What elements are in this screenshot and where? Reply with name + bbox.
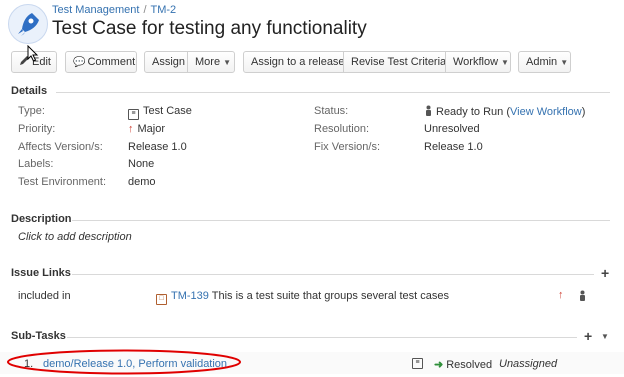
priority-up-arrow-icon: ↑ [128,123,134,135]
resolution-label: Resolution: [314,123,370,135]
linked-issue-key[interactable]: TM-139 [171,290,209,302]
subtasks-heading: Sub-Tasks [11,330,66,342]
breadcrumb: Test Management / TM-2 [52,4,176,16]
admin-label: Admin [526,56,558,68]
fix-version-link[interactable]: Release 1.0 [424,141,483,153]
labels-value[interactable]: None [128,158,154,170]
test-environment-label: Test Environment: [18,176,107,188]
mouse-cursor-icon [27,45,39,62]
comment-button[interactable]: 💬 Comment [65,51,137,73]
page-title: Test Case for testing any functionality [52,18,367,39]
workflow-button[interactable]: Workflow ▼ [445,51,511,73]
highlight-ellipse [7,349,241,375]
affects-version-label: Affects Version/s: [18,141,103,153]
details-divider [56,92,610,93]
assign-label: Assign [152,56,186,68]
chevron-down-icon[interactable]: ▼ [601,332,609,341]
fix-version-label: Fix Version/s: [314,141,381,153]
person-icon [580,290,585,301]
type-label: Type: [18,105,45,117]
type-value: ≡ Test Case [128,105,192,120]
more-button[interactable]: More ▼ [187,51,235,73]
more-label: More [195,56,221,68]
breadcrumb-separator: / [143,4,147,16]
view-workflow-link[interactable]: View Workflow [510,106,582,118]
admin-button[interactable]: Admin ▼ [518,51,571,73]
test-environment-value[interactable]: demo [128,176,156,188]
description-placeholder[interactable]: Click to add description [18,231,132,243]
linked-issue-summary: This is a test suite that groups several… [211,290,449,302]
priority-text: Major [137,123,166,135]
workflow-label: Workflow [453,56,499,68]
details-heading: Details [11,85,48,97]
resolved-icon: ➜ [434,359,444,371]
breadcrumb-issue-link[interactable]: TM-2 [151,4,177,16]
subtasks-divider [67,337,577,338]
chevron-down-icon: ▼ [501,58,509,67]
affects-version-value: Release 1.0 [128,141,187,153]
status-text: Ready to Run [436,106,504,118]
subtask-assignee: Unassigned [499,358,558,370]
add-link-plus-icon[interactable]: + [601,265,609,281]
workflow-paren-close: ) [581,106,586,118]
chevron-down-icon: ▼ [223,58,231,67]
revise-test-criteria-button[interactable]: Revise Test Criteria [343,51,446,73]
person-icon [426,105,431,116]
rocket-icon [18,13,39,36]
issue-links-divider [72,274,594,275]
subtask-status-text: Resolved [446,359,493,371]
test-suite-icon: □ [156,294,167,305]
linked-issue: □ TM-139 This is a test suite that groups… [156,290,449,305]
assign-to-release-button[interactable]: Assign to a release [243,51,345,73]
description-divider [72,220,610,221]
comment-icon: 💬 [73,57,86,68]
status-value: Ready to Run (View Workflow) [424,105,585,118]
priority-value: ↑ Major [128,123,165,135]
test-case-icon: ≡ [128,109,139,120]
labels-label: Labels: [18,158,54,170]
assign-to-release-label: Assign to a release [251,56,345,68]
issue-links-heading: Issue Links [11,267,71,279]
assign-button[interactable]: Assign [144,51,188,73]
add-subtask-plus-icon[interactable]: + [584,328,592,344]
comment-label: Comment [87,56,136,68]
subtask-status: ➜ Resolved [434,358,492,371]
description-heading: Description [11,213,72,225]
revise-test-criteria-label: Revise Test Criteria [351,56,447,68]
breadcrumb-project-link[interactable]: Test Management [52,4,139,16]
type-text: Test Case [143,105,192,117]
project-avatar[interactable] [8,4,48,44]
priority-up-arrow-icon: ↑ [558,289,564,301]
priority-label: Priority: [18,123,56,135]
link-relation: included in [18,290,71,302]
status-label: Status: [314,105,349,117]
resolution-value: Unresolved [424,123,480,135]
subtask-type-icon: ≡ [412,358,423,369]
chevron-down-icon: ▼ [560,58,569,67]
